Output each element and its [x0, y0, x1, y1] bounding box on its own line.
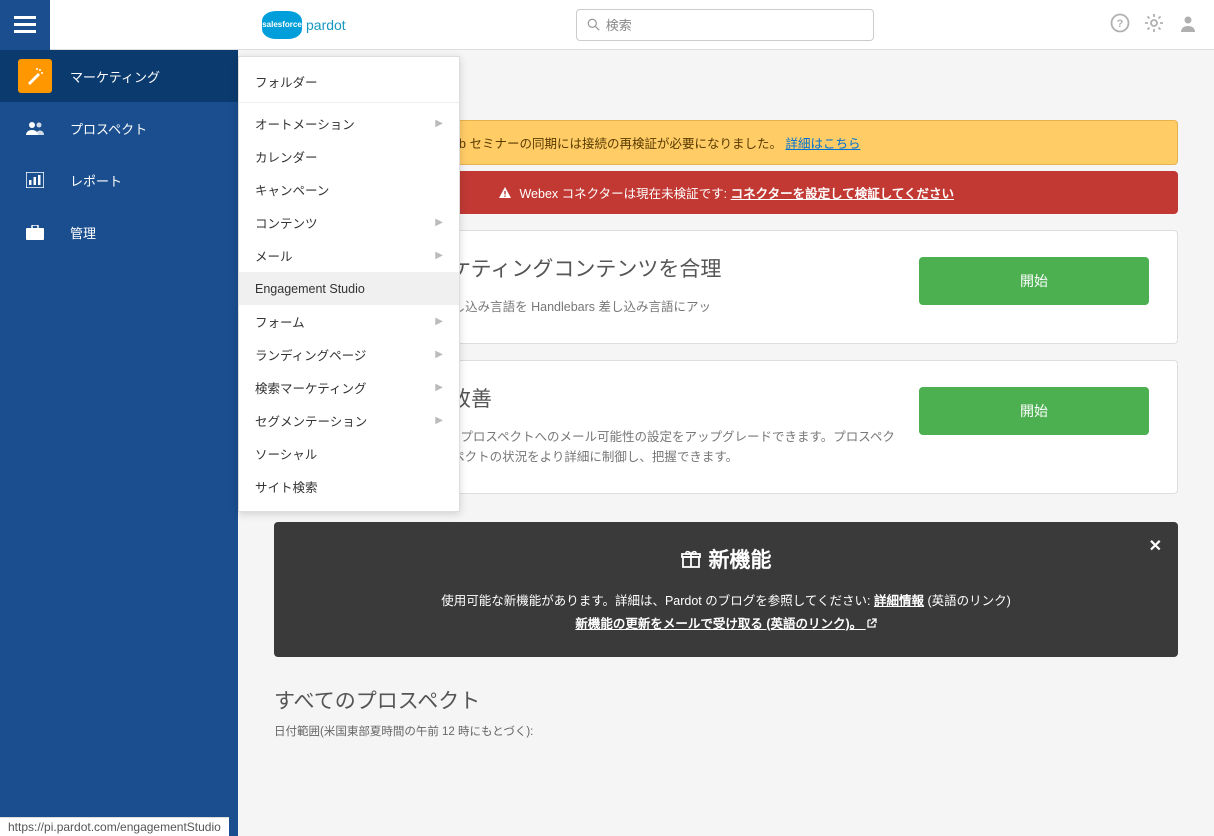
whats-new-text-suffix: (英語のリンク) — [924, 594, 1011, 608]
submenu-label: フォルダー — [255, 72, 318, 91]
start-button[interactable]: 開始 — [919, 257, 1149, 305]
chevron-right-icon: ▶ — [435, 316, 443, 327]
start-button[interactable]: 開始 — [919, 387, 1149, 435]
chevron-right-icon: ▶ — [435, 415, 443, 426]
header-icons: ? — [1110, 13, 1198, 36]
submenu-item-campaigns[interactable]: キャンペーン — [239, 173, 459, 206]
submenu-label: コンテンツ — [255, 213, 318, 232]
chevron-right-icon: ▶ — [435, 382, 443, 393]
search-wrap: 検索 — [576, 9, 874, 41]
submenu-item-folders[interactable]: フォルダー — [239, 65, 459, 98]
help-icon: ? — [1110, 13, 1130, 33]
whats-new-body: 使用可能な新機能があります。詳細は、Pardot のブログを参照してください: … — [298, 590, 1154, 635]
alert-error-text: Webex コネクターは現在未検証です: — [519, 187, 730, 201]
external-link-icon — [866, 618, 877, 629]
sidebar-item-prospects[interactable]: プロスペクト — [0, 102, 238, 154]
chevron-right-icon: ▶ — [435, 118, 443, 129]
close-button[interactable]: ✕ — [1149, 536, 1162, 556]
submenu-item-automation[interactable]: オートメーション ▶ — [239, 107, 459, 140]
settings-button[interactable] — [1144, 13, 1164, 36]
sidebar-item-marketing[interactable]: マーケティング — [0, 50, 238, 102]
alert-warning-link[interactable]: 詳細はこちら — [785, 137, 860, 151]
submenu-label: メール — [255, 246, 293, 265]
whats-new-subscribe-text: 新機能の更新をメールで受け取る (英語のリンク)。 — [575, 617, 862, 631]
submenu-divider — [239, 102, 459, 103]
hamburger-button[interactable] — [0, 0, 50, 50]
marketing-submenu: フォルダー オートメーション ▶ カレンダー キャンペーン コンテンツ ▶ メール ▶… — [238, 56, 460, 512]
sidebar-item-admin[interactable]: 管理 — [0, 206, 238, 258]
submenu-item-engagement-studio[interactable]: Engagement Studio — [239, 272, 459, 305]
sidebar-item-label: レポート — [70, 171, 122, 190]
whats-new-text: 使用可能な新機能があります。詳細は、Pardot のブログを参照してください: — [441, 594, 874, 608]
svg-text:?: ? — [1117, 18, 1124, 30]
user-button[interactable] — [1178, 13, 1198, 36]
briefcase-icon — [18, 215, 52, 249]
whats-new-title: 新機能 — [298, 544, 1154, 574]
browser-status-bar: https://pi.pardot.com/engagementStudio — [0, 817, 229, 836]
submenu-label: ランディングページ — [255, 345, 366, 364]
submenu-label: ソーシャル — [255, 444, 317, 463]
sidebar-item-label: マーケティング — [70, 67, 160, 86]
submenu-label: カレンダー — [255, 147, 318, 166]
whats-new-details-link[interactable]: 詳細情報 — [874, 594, 924, 608]
search-icon — [587, 18, 600, 31]
whats-new-card: ✕ 新機能 使用可能な新機能があります。詳細は、Pardot のブログを参照して… — [274, 522, 1178, 657]
left-sidebar: マーケティング プロスペクト レポート 管理 — [0, 50, 238, 836]
submenu-item-landing-pages[interactable]: ランディングページ ▶ — [239, 338, 459, 371]
submenu-item-segmentation[interactable]: セグメンテーション ▶ — [239, 404, 459, 437]
user-icon — [1178, 13, 1198, 33]
chart-icon — [18, 163, 52, 197]
logo-area: salesforce pardot — [262, 11, 346, 39]
hamburger-icon — [14, 16, 36, 34]
gift-icon — [681, 549, 701, 569]
submenu-label: Engagement Studio — [255, 282, 365, 296]
help-button[interactable]: ? — [1110, 13, 1130, 36]
pardot-logo-text: pardot — [306, 17, 346, 33]
sidebar-item-reports[interactable]: レポート — [0, 154, 238, 206]
submenu-item-calendar[interactable]: カレンダー — [239, 140, 459, 173]
submenu-item-mail[interactable]: メール ▶ — [239, 239, 459, 272]
submenu-label: サイト検索 — [255, 477, 318, 496]
submenu-label: キャンペーン — [255, 180, 329, 199]
submenu-label: セグメンテーション — [255, 411, 367, 430]
alert-error-link[interactable]: コネクターを設定して検証してください — [731, 187, 954, 201]
submenu-item-social[interactable]: ソーシャル — [239, 437, 459, 470]
gear-icon — [1144, 13, 1164, 33]
top-header: salesforce pardot 検索 ? — [0, 0, 1214, 50]
submenu-item-forms[interactable]: フォーム ▶ — [239, 305, 459, 338]
wand-icon — [18, 59, 52, 93]
close-icon: ✕ — [1149, 538, 1162, 555]
all-prospects-heading: すべてのプロスペクト — [274, 685, 1178, 715]
people-icon — [18, 111, 52, 145]
whats-new-title-text: 新機能 — [709, 544, 772, 574]
search-input[interactable]: 検索 — [576, 9, 874, 41]
chevron-right-icon: ▶ — [435, 349, 443, 360]
submenu-label: 検索マーケティング — [255, 378, 367, 397]
sidebar-item-label: 管理 — [70, 223, 96, 242]
submenu-item-content[interactable]: コンテンツ ▶ — [239, 206, 459, 239]
chevron-right-icon: ▶ — [435, 217, 443, 228]
warning-triangle-icon — [498, 186, 512, 200]
date-range-label: 日付範囲(米国東部夏時間の午前 12 時にもとづく): — [274, 723, 1178, 739]
submenu-item-site-search[interactable]: サイト検索 — [239, 470, 459, 503]
chevron-right-icon: ▶ — [435, 250, 443, 261]
submenu-label: オートメーション — [255, 114, 355, 133]
submenu-item-search-marketing[interactable]: 検索マーケティング ▶ — [239, 371, 459, 404]
search-placeholder: 検索 — [606, 15, 632, 34]
sidebar-item-label: プロスペクト — [70, 119, 147, 138]
salesforce-logo: salesforce — [262, 11, 302, 39]
submenu-label: フォーム — [255, 312, 305, 331]
whats-new-subscribe-link[interactable]: 新機能の更新をメールで受け取る (英語のリンク)。 — [575, 617, 876, 631]
